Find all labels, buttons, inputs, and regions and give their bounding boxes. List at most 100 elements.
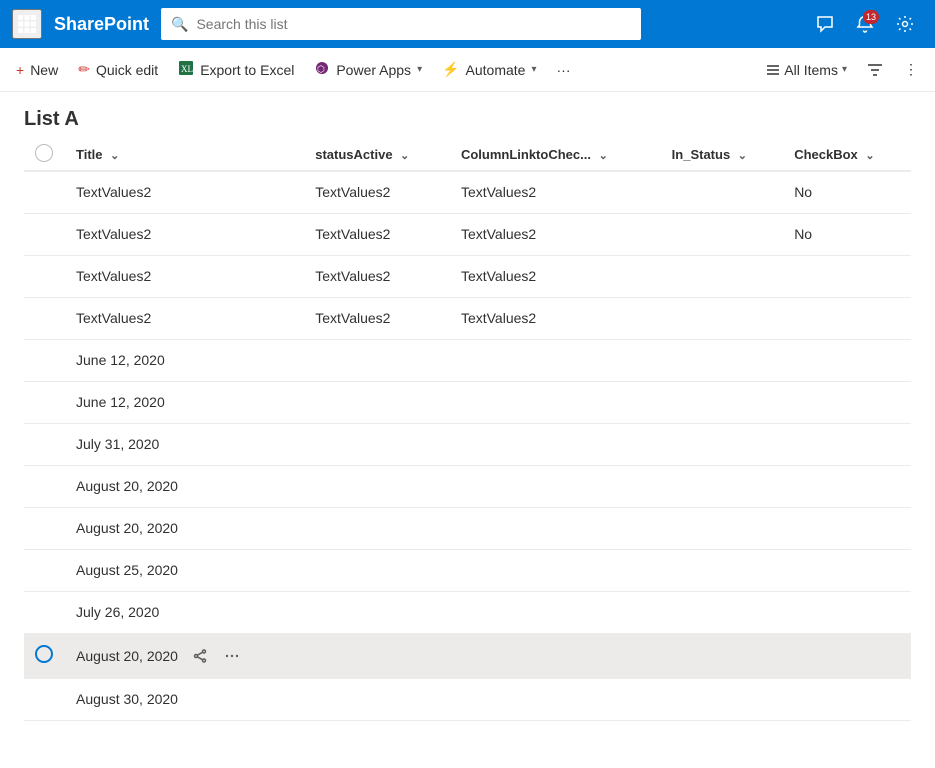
column-title[interactable]: Title ⌄ bbox=[64, 139, 303, 171]
row-checkbox[interactable] bbox=[24, 255, 64, 297]
row-title: August 25, 2020 bbox=[64, 549, 303, 591]
sort-icon: ⌄ bbox=[110, 150, 119, 162]
nav-brand: SharePoint bbox=[54, 14, 149, 35]
more-button[interactable]: ··· bbox=[549, 54, 579, 86]
edit-icon: ✏ bbox=[78, 61, 90, 78]
table-row: TextValues2TextValues2TextValues2 bbox=[24, 255, 911, 297]
search-input[interactable] bbox=[196, 16, 631, 32]
list-table: Title ⌄ statusActive ⌄ ColumnLinktoChec.… bbox=[24, 139, 911, 721]
row-columnLinktoChec bbox=[449, 678, 660, 720]
row-in_status bbox=[660, 465, 783, 507]
nav-bar: SharePoint 🔍 13 bbox=[0, 0, 935, 48]
select-all-checkbox[interactable] bbox=[24, 139, 64, 171]
new-icon: + bbox=[16, 62, 24, 78]
column-columnLinktoChec[interactable]: ColumnLinktoChec... ⌄ bbox=[449, 139, 660, 171]
chat-icon-btn[interactable] bbox=[807, 6, 843, 42]
new-button[interactable]: + New bbox=[8, 54, 66, 86]
sort-icon: ⌄ bbox=[599, 150, 608, 162]
row-columnLinktoChec bbox=[449, 633, 660, 678]
row-checkbox[interactable] bbox=[24, 591, 64, 633]
row-checkbox[interactable] bbox=[24, 465, 64, 507]
table-row: TextValues2TextValues2TextValues2No bbox=[24, 213, 911, 255]
more-actions-btn[interactable] bbox=[218, 642, 246, 670]
notification-icon-btn[interactable]: 13 bbox=[847, 6, 883, 42]
automate-label: Automate bbox=[466, 62, 526, 78]
row-checkbox[interactable] bbox=[24, 507, 64, 549]
group-by-button[interactable]: ⋮ bbox=[895, 54, 927, 86]
row-checkbox[interactable] bbox=[24, 549, 64, 591]
row-statusActive: TextValues2 bbox=[303, 255, 449, 297]
automate-icon: ⚡ bbox=[442, 61, 459, 78]
row-statusActive: TextValues2 bbox=[303, 213, 449, 255]
settings-icon-btn[interactable] bbox=[887, 6, 923, 42]
column-statusActive[interactable]: statusActive ⌄ bbox=[303, 139, 449, 171]
row-in_status bbox=[660, 507, 783, 549]
table-row: August 30, 2020 bbox=[24, 678, 911, 720]
row-columnLinktoChec: TextValues2 bbox=[449, 255, 660, 297]
row-columnLinktoChec bbox=[449, 465, 660, 507]
row-statusActive bbox=[303, 549, 449, 591]
row-in_status bbox=[660, 549, 783, 591]
export-button[interactable]: XL Export to Excel bbox=[170, 54, 302, 86]
view-selector-button[interactable]: All Items ▾ bbox=[758, 54, 855, 86]
row-columnLinktoChec bbox=[449, 549, 660, 591]
row-in_status bbox=[660, 255, 783, 297]
list-container: Title ⌄ statusActive ⌄ ColumnLinktoChec.… bbox=[0, 139, 935, 763]
quick-edit-button[interactable]: ✏ Quick edit bbox=[70, 54, 166, 86]
new-label: New bbox=[30, 62, 58, 78]
waffle-icon[interactable] bbox=[12, 9, 42, 39]
table-row: June 12, 2020 bbox=[24, 381, 911, 423]
column-in-status[interactable]: In_Status ⌄ bbox=[660, 139, 783, 171]
row-title: August 30, 2020 bbox=[64, 678, 303, 720]
power-apps-button[interactable]: ⬡ Power Apps ▾ bbox=[306, 54, 430, 86]
row-checkbox[interactable] bbox=[24, 297, 64, 339]
share-icon-btn[interactable] bbox=[186, 642, 214, 670]
row-statusActive bbox=[303, 633, 449, 678]
row-in_status bbox=[660, 591, 783, 633]
table-row: July 26, 2020 bbox=[24, 591, 911, 633]
row-columnLinktoChec bbox=[449, 423, 660, 465]
command-bar: + New ✏ Quick edit XL Export to Excel ⬡ … bbox=[0, 48, 935, 92]
svg-text:⬡: ⬡ bbox=[317, 64, 325, 74]
row-statusActive bbox=[303, 591, 449, 633]
notification-badge: 13 bbox=[863, 10, 879, 24]
sort-icon: ⌄ bbox=[738, 150, 747, 162]
row-statusActive bbox=[303, 465, 449, 507]
row-checkbox bbox=[782, 507, 911, 549]
row-in_status bbox=[660, 381, 783, 423]
row-checkbox[interactable] bbox=[24, 213, 64, 255]
search-box: 🔍 bbox=[161, 8, 641, 40]
row-checkbox[interactable] bbox=[24, 423, 64, 465]
row-title: TextValues2 bbox=[64, 255, 303, 297]
row-checkbox[interactable] bbox=[24, 633, 64, 678]
search-icon: 🔍 bbox=[171, 16, 188, 33]
row-columnLinktoChec bbox=[449, 381, 660, 423]
row-columnLinktoChec bbox=[449, 339, 660, 381]
row-checkbox bbox=[782, 255, 911, 297]
row-checkbox bbox=[782, 465, 911, 507]
table-row: June 12, 2020 bbox=[24, 339, 911, 381]
export-icon: XL bbox=[178, 60, 194, 79]
row-title: August 20, 2020 bbox=[64, 465, 303, 507]
row-checkbox[interactable] bbox=[24, 171, 64, 213]
table-row: August 20, 2020 bbox=[24, 465, 911, 507]
row-checkbox[interactable] bbox=[24, 381, 64, 423]
row-checkbox bbox=[782, 339, 911, 381]
filter-button[interactable] bbox=[859, 54, 891, 86]
row-statusActive bbox=[303, 507, 449, 549]
row-checkbox[interactable] bbox=[24, 339, 64, 381]
table-body: TextValues2TextValues2TextValues2NoTextV… bbox=[24, 171, 911, 720]
row-checkbox bbox=[782, 678, 911, 720]
row-checkbox bbox=[782, 633, 911, 678]
automate-button[interactable]: ⚡ Automate ▾ bbox=[434, 54, 544, 86]
row-checkbox[interactable] bbox=[24, 678, 64, 720]
row-checkbox bbox=[782, 297, 911, 339]
export-label: Export to Excel bbox=[200, 62, 294, 78]
row-title: TextValues2 bbox=[64, 213, 303, 255]
row-title: July 31, 2020 bbox=[64, 423, 303, 465]
row-columnLinktoChec: TextValues2 bbox=[449, 297, 660, 339]
column-checkbox[interactable]: CheckBox ⌄ bbox=[782, 139, 911, 171]
power-apps-chevron: ▾ bbox=[417, 64, 422, 75]
row-in_status bbox=[660, 423, 783, 465]
row-in_status bbox=[660, 171, 783, 213]
